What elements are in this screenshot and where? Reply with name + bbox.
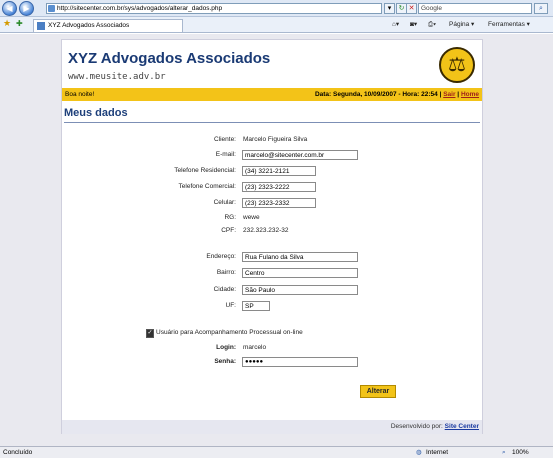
district-field[interactable]: [242, 268, 358, 278]
print-icon[interactable]: ⎙▾: [428, 20, 436, 30]
page-icon: [48, 5, 55, 12]
title-divider: [64, 122, 480, 123]
cpf-value: 232.323.232-32: [243, 227, 289, 234]
login-value: marcelo: [243, 344, 267, 351]
uf-label: UF:: [225, 302, 236, 309]
home-icon[interactable]: ⌂▾: [392, 20, 399, 30]
cpf-label: CPF:: [221, 227, 236, 234]
cell-label: Celular:: [213, 199, 236, 206]
district-label: Bairro:: [216, 269, 236, 276]
client-value: Marcelo Figueira Silva: [243, 136, 308, 143]
rg-label: RG:: [224, 214, 236, 221]
feeds-icon[interactable]: ◙▾: [410, 20, 417, 30]
rg-value: wewe: [243, 214, 260, 221]
url-text: http://sitecenter.com.br/sys/advogados/a…: [57, 5, 223, 12]
email-field[interactable]: [242, 150, 358, 160]
city-label: Cidade:: [213, 286, 236, 293]
page-menu[interactable]: Página ▾: [449, 20, 474, 30]
tab-bar: ★ ✚ XYZ Advogados Associados ⌂▾ ◙▾ ⎙▾ Pá…: [0, 17, 553, 33]
browser-tab[interactable]: XYZ Advogados Associados: [33, 19, 183, 32]
forward-icon[interactable]: ▶: [19, 1, 34, 16]
footer-link[interactable]: Site Center: [445, 423, 479, 430]
stop-icon[interactable]: ✕: [406, 3, 417, 14]
zoom-level[interactable]: 100%: [512, 447, 529, 458]
tools-menu[interactable]: Ferramentas ▾: [488, 20, 530, 30]
home-link[interactable]: Home: [461, 91, 479, 98]
address-toolbar: ◀ ▶ http://sitecenter.com.br/sys/advogad…: [0, 0, 553, 17]
internet-zone-icon: ◍: [416, 449, 422, 456]
search-placeholder: Google: [421, 5, 442, 12]
password-field[interactable]: ●●●●●: [242, 357, 358, 367]
site-logo-text: XYZ Advogados Associados: [68, 50, 271, 67]
status-text: Concluído: [3, 449, 33, 456]
greeting-text: Boa noite!: [65, 91, 95, 98]
phone-com-label: Telefone Comercial:: [178, 183, 236, 190]
city-field[interactable]: [242, 285, 358, 295]
status-bar: Concluído ◍ Internet ⌕ 100%: [0, 446, 553, 458]
search-input[interactable]: Google: [418, 3, 532, 14]
back-icon[interactable]: ◀: [2, 1, 17, 16]
phone-res-field[interactable]: [242, 166, 316, 176]
cell-field[interactable]: [242, 198, 316, 208]
add-favorite-icon[interactable]: ✚: [16, 19, 23, 29]
site-url-text: www.meusite.adv.br: [68, 72, 166, 82]
phone-res-label: Telefone Residencial:: [174, 167, 236, 174]
password-label: Senha:: [214, 358, 236, 365]
scales-of-justice-icon: ⚖: [439, 47, 475, 83]
footer-text: Desenvolvido por:: [390, 423, 445, 430]
info-bar: Boa noite! Data: Segunda, 10/09/2007 - H…: [62, 88, 482, 101]
client-label: Cliente:: [213, 136, 236, 143]
uf-field[interactable]: [242, 301, 270, 311]
address-field[interactable]: [242, 252, 358, 262]
zone-text: Internet: [426, 449, 449, 456]
phone-com-field[interactable]: [242, 182, 316, 192]
favorites-star-icon[interactable]: ★: [3, 18, 11, 28]
favicon-icon: [37, 22, 45, 30]
email-label: E-mail:: [215, 151, 236, 158]
footer: Desenvolvido por: Site Center: [62, 420, 482, 434]
tab-title: XYZ Advogados Associados: [48, 22, 130, 29]
search-icon[interactable]: ⌕: [534, 3, 548, 14]
tracking-checkbox[interactable]: ✓: [146, 329, 154, 338]
page-title: Meus dados: [64, 107, 128, 119]
dropdown-arrow-icon[interactable]: ▾: [384, 3, 395, 14]
submit-button[interactable]: Alterar: [360, 385, 396, 398]
address-label: Endereço:: [206, 253, 236, 260]
url-input[interactable]: http://sitecenter.com.br/sys/advogados/a…: [46, 3, 382, 14]
zoom-icon[interactable]: ⌕: [502, 447, 506, 458]
date-time-text: Data: Segunda, 10/09/2007 - Hora: 22:54 …: [314, 91, 444, 98]
login-label: Login:: [216, 344, 236, 351]
exit-link[interactable]: Sair: [443, 91, 455, 98]
tracking-label: Usuário para Acompanhamento Processual o…: [156, 329, 303, 336]
